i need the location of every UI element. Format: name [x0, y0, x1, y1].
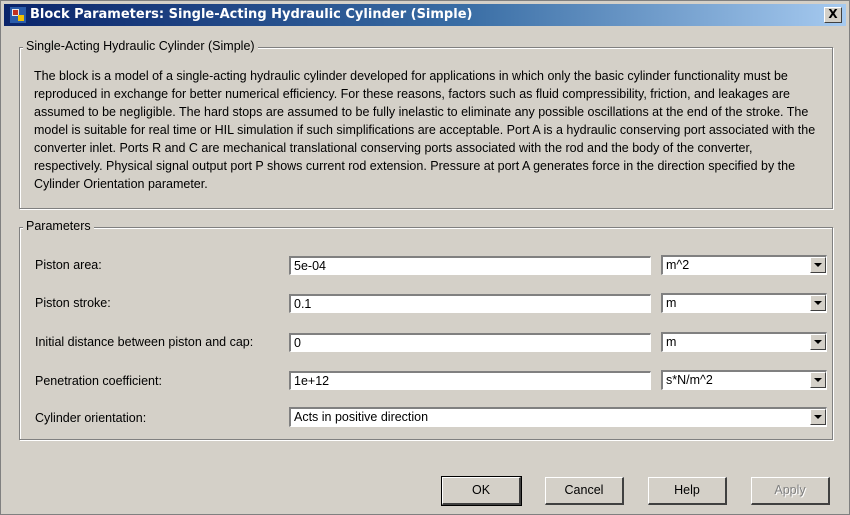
- piston-stroke-unit-select[interactable]: m: [661, 293, 827, 313]
- help-button[interactable]: Help: [648, 477, 727, 505]
- simulink-block-icon: [10, 7, 26, 23]
- penetration-coefficient-unit-value: s*N/m^2: [666, 373, 713, 387]
- window-title: Block Parameters: Single-Acting Hydrauli…: [30, 7, 473, 22]
- chevron-down-icon[interactable]: [810, 409, 826, 425]
- piston-stroke-label: Piston stroke:: [35, 296, 111, 310]
- piston-area-unit-value: m^2: [666, 258, 690, 272]
- parameters-group-title: Parameters: [23, 219, 94, 233]
- penetration-coefficient-label: Penetration coefficient:: [35, 374, 162, 388]
- title-bar[interactable]: Block Parameters: Single-Acting Hydrauli…: [4, 4, 846, 26]
- close-button[interactable]: X: [824, 7, 842, 23]
- chevron-down-icon[interactable]: [810, 295, 826, 311]
- initial-distance-unit-select[interactable]: m: [661, 332, 827, 352]
- penetration-coefficient-unit-select[interactable]: s*N/m^2: [661, 370, 827, 390]
- piston-area-input[interactable]: 5e-04: [289, 256, 651, 275]
- initial-distance-unit-value: m: [666, 335, 677, 349]
- close-icon: X: [828, 7, 838, 21]
- cancel-button[interactable]: Cancel: [545, 477, 624, 505]
- initial-distance-label: Initial distance between piston and cap:: [35, 335, 254, 349]
- piston-area-unit-select[interactable]: m^2: [661, 255, 827, 275]
- cylinder-orientation-select[interactable]: Acts in positive direction: [289, 407, 827, 427]
- chevron-down-icon[interactable]: [810, 334, 826, 350]
- block-description: The block is a model of a single-acting …: [34, 69, 816, 191]
- apply-button[interactable]: Apply: [751, 477, 830, 505]
- penetration-coefficient-input[interactable]: 1e+12: [289, 371, 651, 390]
- piston-area-label: Piston area:: [35, 258, 102, 272]
- ok-button[interactable]: OK: [441, 476, 522, 506]
- description-group-title: Single-Acting Hydraulic Cylinder (Simple…: [23, 39, 258, 53]
- cylinder-orientation-label: Cylinder orientation:: [35, 411, 147, 425]
- cylinder-orientation-value: Acts in positive direction: [294, 410, 429, 424]
- chevron-down-icon[interactable]: [810, 257, 826, 273]
- piston-stroke-input[interactable]: 0.1: [289, 294, 651, 313]
- initial-distance-input[interactable]: 0: [289, 333, 651, 352]
- piston-stroke-unit-value: m: [666, 296, 677, 310]
- dialog-window: Block Parameters: Single-Acting Hydrauli…: [0, 0, 850, 515]
- chevron-down-icon[interactable]: [810, 372, 826, 388]
